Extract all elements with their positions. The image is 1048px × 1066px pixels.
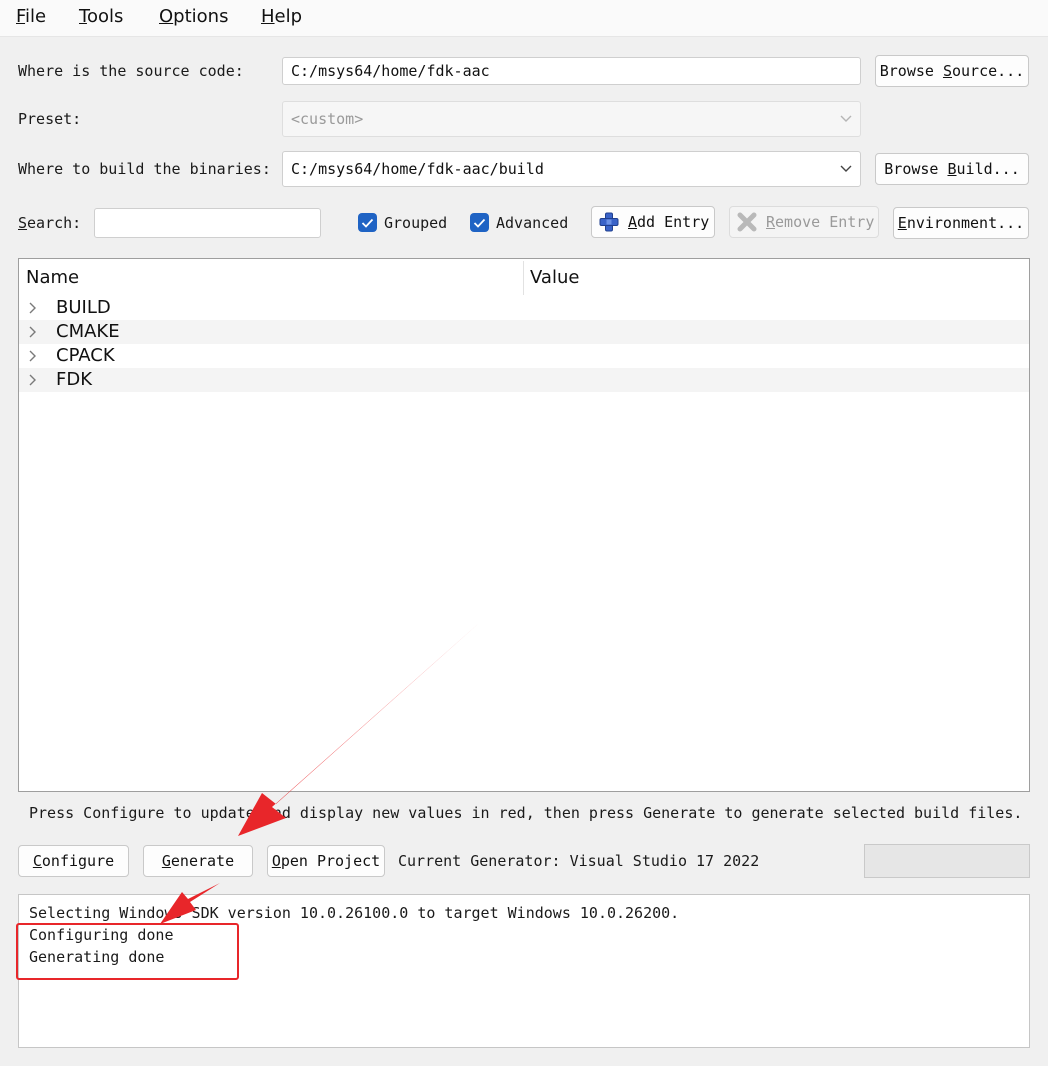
progress-bar <box>864 844 1030 878</box>
browse-build-pre: Browse <box>884 160 948 178</box>
advanced-checkbox[interactable] <box>470 213 489 232</box>
chevron-right-icon[interactable] <box>28 326 38 338</box>
menu-options[interactable]: Options <box>159 6 228 27</box>
annotation-highlight-box <box>16 923 239 980</box>
grouped-checkbox[interactable] <box>358 213 377 232</box>
browse-source-mnemonic: S <box>942 62 952 80</box>
menu-file-label: ile <box>25 6 47 27</box>
column-divider[interactable] <box>523 261 524 295</box>
menu-help[interactable]: Help <box>261 6 302 27</box>
chevron-down-icon <box>840 102 852 136</box>
configure-button[interactable]: Configure <box>18 845 129 877</box>
chevron-right-icon[interactable] <box>28 374 38 386</box>
browse-build-post: uild... <box>956 160 1020 178</box>
tree-row-cpack[interactable]: CPACK <box>19 344 1029 368</box>
menu-bar: File Tools Options Help <box>0 0 1048 37</box>
open-project-button[interactable]: Open Project <box>267 845 385 877</box>
checkmark-icon <box>361 218 374 228</box>
column-header-name[interactable]: Name <box>26 267 79 288</box>
menu-help-label: elp <box>274 6 303 27</box>
remove-entry-label: emove Entry <box>775 213 875 231</box>
menu-file[interactable]: File <box>16 6 46 27</box>
tree-row-label: FDK <box>56 369 93 390</box>
add-entry-button[interactable]: Add Entry <box>591 206 715 238</box>
x-icon <box>737 212 757 232</box>
tree-row-cmake[interactable]: CMAKE <box>19 320 1029 344</box>
checkmark-icon <box>473 218 486 228</box>
configure-mnemonic: C <box>32 852 42 870</box>
menu-options-mnemonic: O <box>159 6 174 27</box>
remove-entry-button[interactable]: Remove Entry <box>729 206 879 238</box>
source-label: Where is the source code: <box>18 62 244 80</box>
remove-entry-mnemonic: R <box>766 213 776 231</box>
search-label-mnemonic: S <box>18 214 28 232</box>
tree-row-fdk[interactable]: FDK <box>19 368 1029 392</box>
current-generator-label: Current Generator: Visual Studio 17 2022 <box>398 852 760 870</box>
chevron-right-icon[interactable] <box>28 302 38 314</box>
configure-label: onfigure <box>41 852 115 870</box>
menu-tools-mnemonic: T <box>79 6 87 27</box>
tree-row-label: BUILD <box>56 297 111 318</box>
generate-mnemonic: G <box>161 852 171 870</box>
add-entry-label: dd Entry <box>637 213 710 231</box>
search-input[interactable] <box>94 208 321 238</box>
tree-row-label: CPACK <box>56 345 115 366</box>
menu-tools[interactable]: Tools <box>79 6 123 27</box>
plus-icon <box>599 212 619 232</box>
source-path-input[interactable]: C:/msys64/home/fdk-aac <box>282 57 861 85</box>
advanced-label[interactable]: Advanced <box>496 214 568 232</box>
cache-tree[interactable]: Name Value BUILD CMAKE CPACK FDK <box>18 258 1030 792</box>
tree-header: Name Value <box>19 259 1029 297</box>
browse-source-pre: Browse <box>879 62 943 80</box>
open-project-label: pen Project <box>280 852 381 870</box>
build-path-value: C:/msys64/home/fdk-aac/build <box>291 160 544 178</box>
generate-button[interactable]: Generate <box>143 845 253 877</box>
preset-value: <custom> <box>291 110 364 128</box>
chevron-right-icon[interactable] <box>28 350 38 362</box>
preset-combo: <custom> <box>282 101 861 137</box>
menu-help-mnemonic: H <box>261 6 275 27</box>
search-label: Search: <box>18 214 81 232</box>
menu-tools-label: ools <box>86 6 124 27</box>
tree-row-label: CMAKE <box>56 321 120 342</box>
preset-label: Preset: <box>18 110 82 128</box>
menu-file-mnemonic: F <box>16 6 26 27</box>
output-line: Selecting Windows SDK version 10.0.26100… <box>29 904 680 922</box>
add-entry-mnemonic: A <box>628 213 638 231</box>
browse-source-post: ource... <box>952 62 1025 80</box>
column-header-value[interactable]: Value <box>530 267 579 288</box>
environment-mnemonic: E <box>897 214 907 232</box>
chevron-down-icon <box>840 152 852 186</box>
build-label: Where to build the binaries: <box>18 160 271 178</box>
browse-build-button[interactable]: Browse Build... <box>875 153 1029 185</box>
search-label-text: earch: <box>27 214 82 232</box>
tree-row-build[interactable]: BUILD <box>19 296 1029 320</box>
environment-button[interactable]: Environment... <box>893 207 1029 239</box>
menu-options-label: ptions <box>173 6 229 27</box>
build-path-combo[interactable]: C:/msys64/home/fdk-aac/build <box>282 151 861 187</box>
generate-label: enerate <box>170 852 235 870</box>
browse-build-mnemonic: B <box>947 160 957 178</box>
environment-label: nvironment... <box>906 214 1025 232</box>
browse-source-button[interactable]: Browse Source... <box>875 55 1029 87</box>
grouped-label[interactable]: Grouped <box>384 214 447 232</box>
open-project-mnemonic: O <box>271 852 281 870</box>
hint-text: Press Configure to update and display ne… <box>29 804 1023 822</box>
